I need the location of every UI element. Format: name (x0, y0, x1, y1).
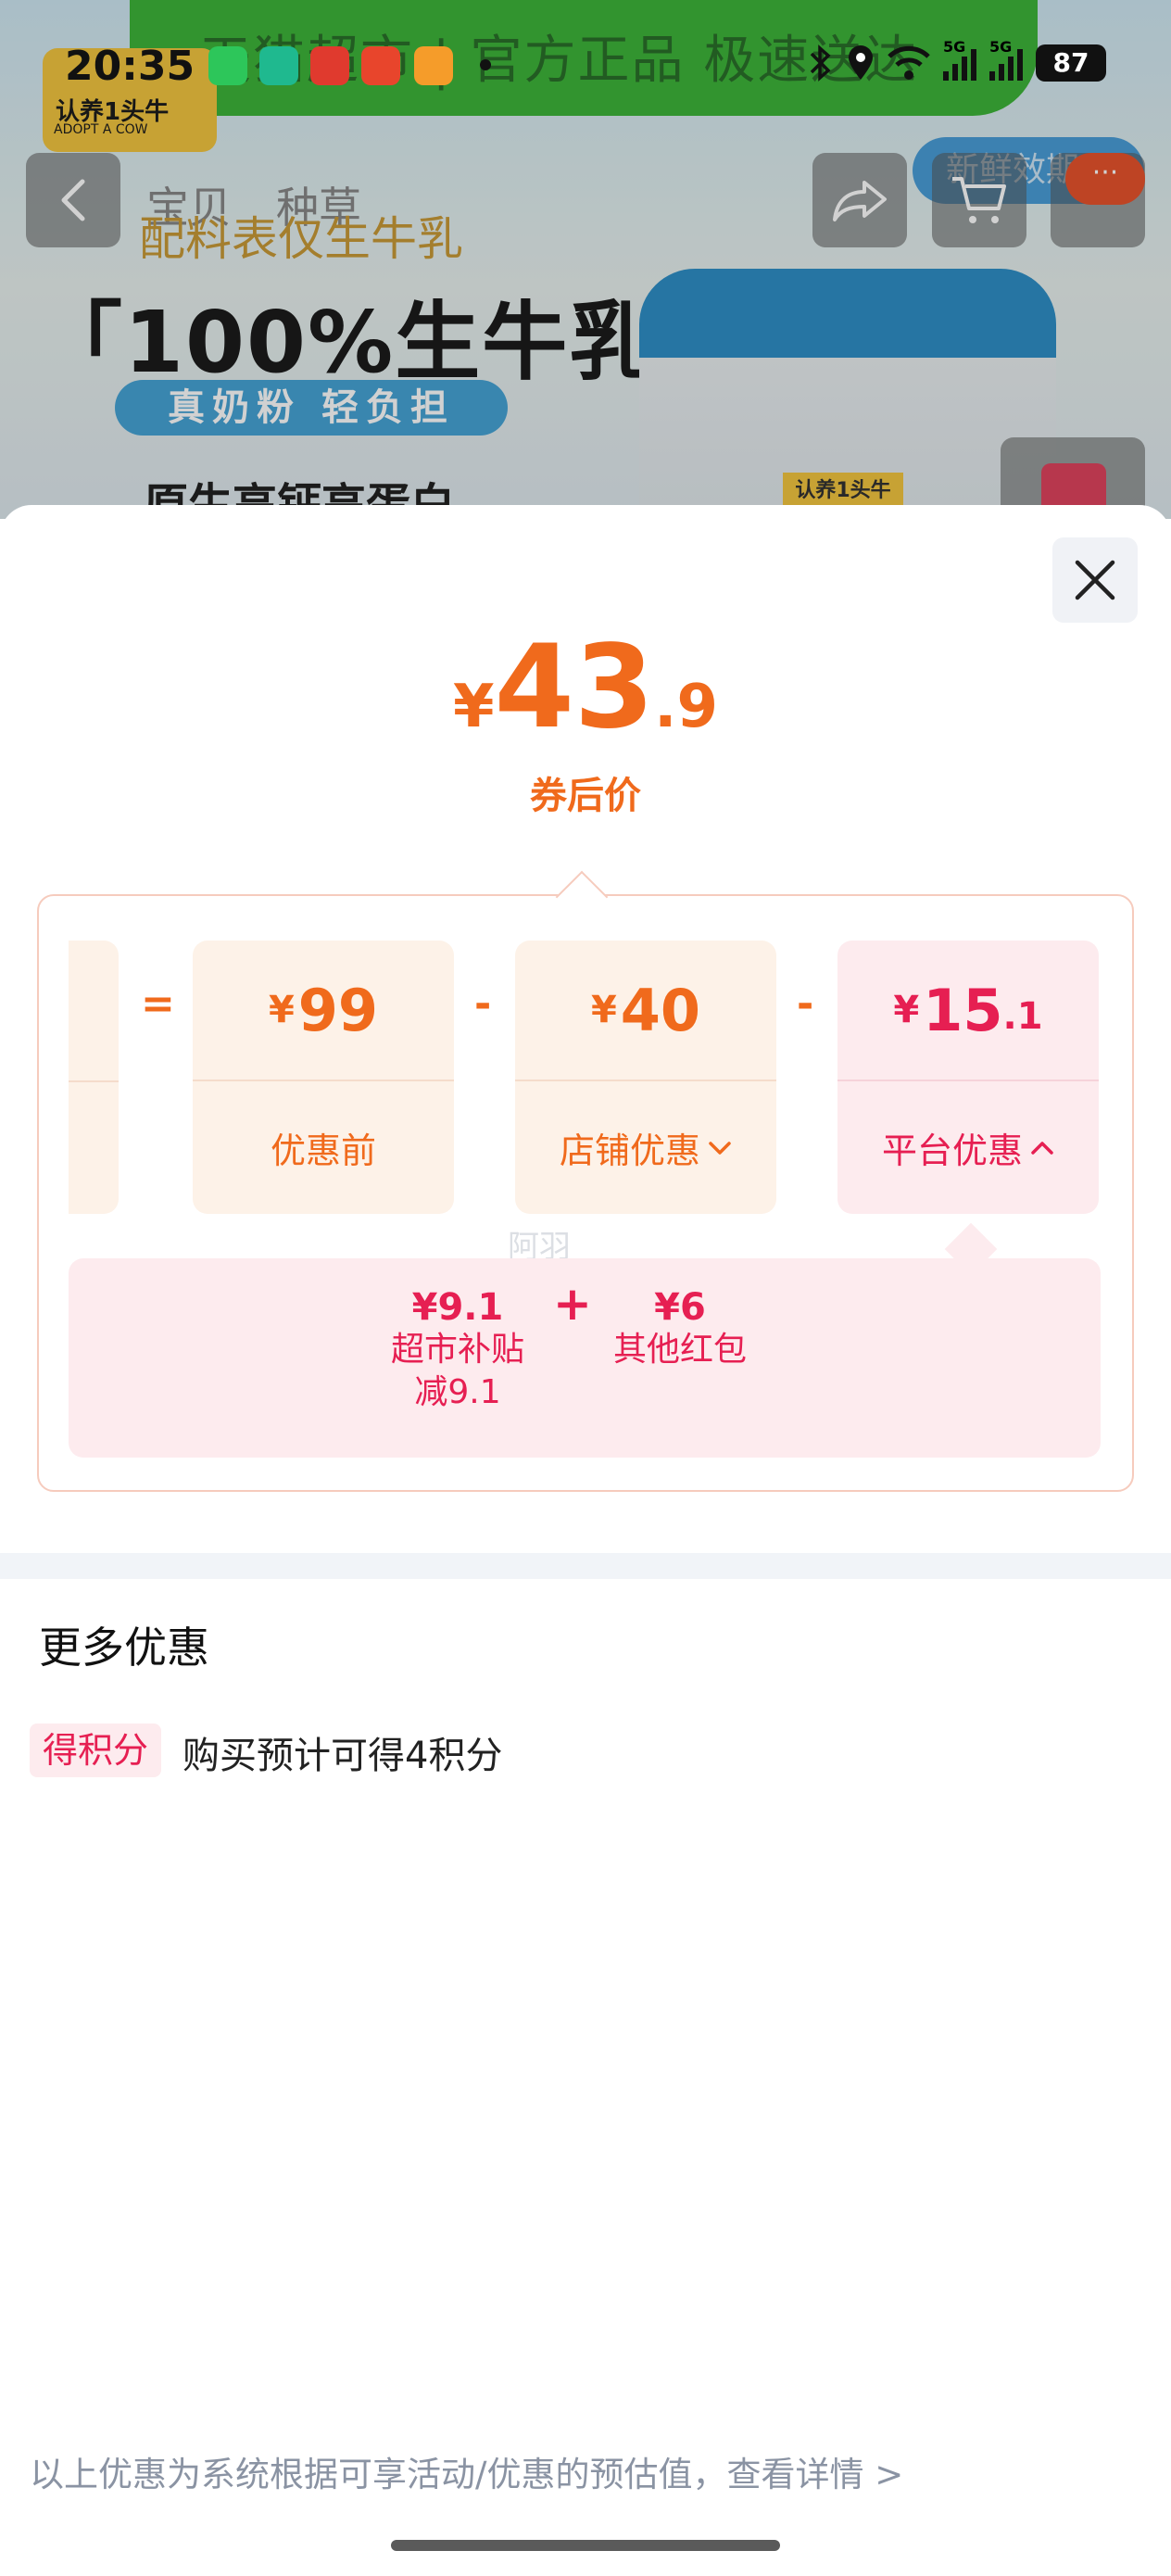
wechat-icon (208, 46, 247, 85)
price-currency: ¥ (453, 673, 495, 741)
label-text: 优惠前 (270, 1130, 376, 1171)
chip-store-label: 店铺优惠 (515, 1081, 776, 1214)
section-divider (0, 1553, 1171, 1579)
home-indicator[interactable] (391, 2540, 780, 2551)
currency-symbol: ¥ (268, 989, 295, 1031)
currency-symbol: ¥ (893, 989, 920, 1031)
amount-decimal: .1 (1002, 995, 1043, 1038)
wifi-icon (888, 45, 930, 80)
price-label: 券后价 (530, 775, 641, 817)
cell-signal-2: 5G (989, 38, 1023, 81)
network-type-1: 5G (943, 38, 966, 56)
cell-signal-1: 5G (943, 38, 976, 81)
more-offers-title: 更多优惠 (39, 1623, 209, 1673)
chip-before-label: 优惠前 (193, 1081, 454, 1214)
detail-value: ¥6 (654, 1286, 706, 1329)
detail-note: 减9.1 (414, 1373, 501, 1411)
platform-detail-redpacket: ¥6 其他红包 (597, 1286, 763, 1371)
amount: 15 (923, 976, 1003, 1044)
label-text: 店铺优惠 (559, 1130, 700, 1171)
chevron-up-icon (1031, 1141, 1053, 1155)
slow-app-icon (361, 46, 400, 85)
equals-sign: = (141, 980, 175, 1028)
chevron-down-icon (709, 1141, 731, 1155)
battery-indicator: 87 (1036, 44, 1106, 82)
chip-platform-label: 平台优惠 (837, 1081, 1099, 1214)
status-time: 20:35 (65, 43, 195, 90)
network-type-2: 5G (989, 38, 1013, 56)
minus-sign: - (797, 980, 814, 1028)
home-app-icon (259, 46, 298, 85)
chip-before-discount: ¥99 优惠前 (193, 941, 454, 1214)
label-text: 平台优惠 (881, 1130, 1023, 1171)
detail-value: ¥9.1 (411, 1286, 504, 1329)
breakdown-scroll-stub (69, 941, 119, 1214)
currency-symbol: ¥ (590, 989, 617, 1031)
close-button[interactable] (1052, 537, 1138, 623)
chip-platform-discount[interactable]: ¥15.1 平台优惠 (837, 941, 1099, 1214)
final-price: ¥43.9 (0, 630, 1171, 745)
chip-before-value: ¥99 (193, 941, 454, 1081)
amount: 40 (620, 976, 701, 1044)
platform-detail-supermarket: ¥9.1 超市补贴 减9.1 (369, 1286, 547, 1414)
points-tag: 得积分 (30, 1724, 162, 1777)
points-description: 购买预计可得4积分 (183, 1735, 503, 1777)
chip-store-value: ¥40 (515, 941, 776, 1081)
bluetooth-icon (810, 44, 831, 82)
price-decimal: .9 (654, 673, 718, 741)
minus-sign: - (474, 980, 492, 1028)
close-icon (1075, 560, 1115, 600)
detail-label: 其他红包 (612, 1331, 747, 1369)
location-icon (849, 45, 873, 80)
lightning-app-icon (414, 46, 453, 85)
chip-store-discount[interactable]: ¥40 店铺优惠 (515, 941, 776, 1214)
chip-platform-value: ¥15.1 (837, 941, 1099, 1081)
amount: 99 (297, 976, 379, 1044)
notification-dot-icon (480, 59, 491, 70)
disclaimer-link[interactable]: 以上优惠为系统根据可享活动/优惠的预估值，查看详情 > (30, 2446, 903, 2496)
price-integer: 43 (494, 621, 655, 754)
value-app-icon (310, 46, 349, 85)
status-indicators: 5G 5G 87 (808, 38, 1106, 82)
breakdown-scroll-stub-line (69, 1080, 119, 1082)
plus-sign: + (553, 1277, 592, 1331)
detail-label: 超市补贴 (390, 1331, 524, 1369)
status-bar: 20:35 5G 5G 87 (0, 37, 1171, 102)
